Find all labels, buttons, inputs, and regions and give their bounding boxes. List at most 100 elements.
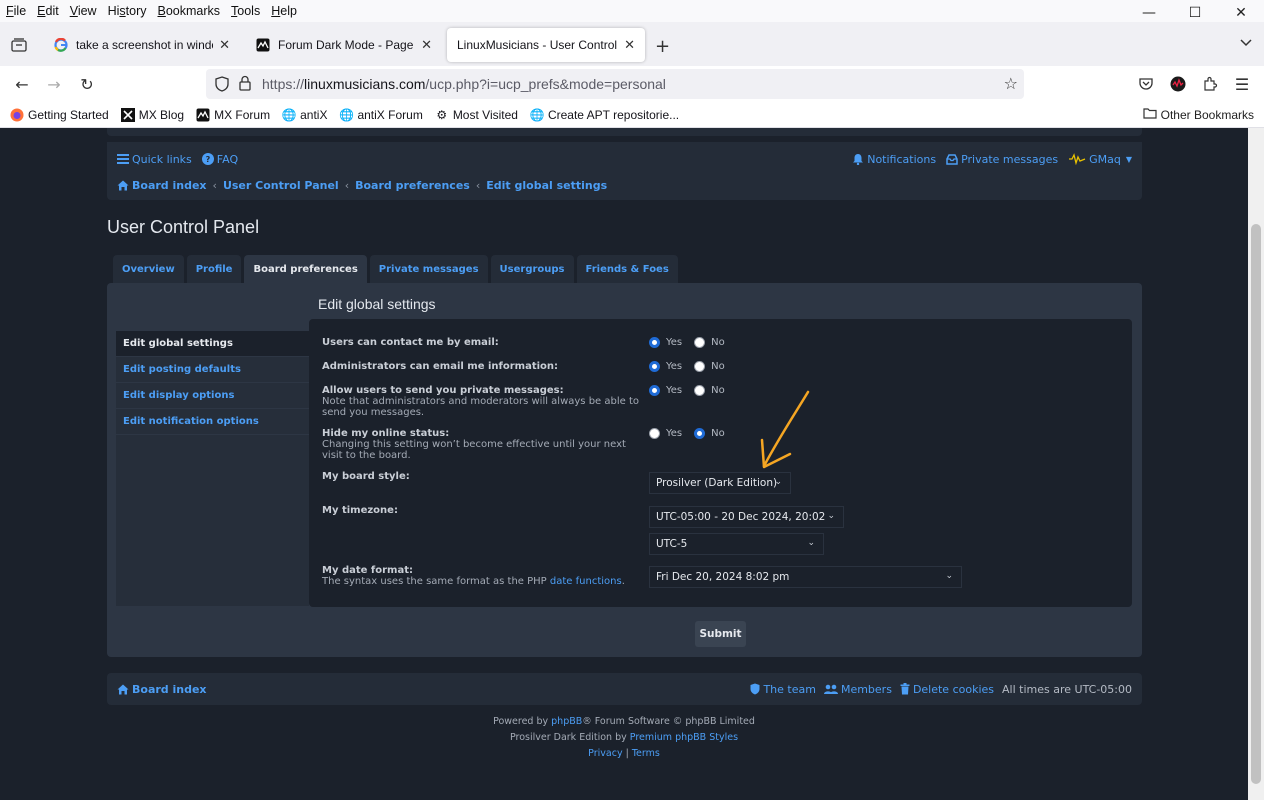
email-yes-radio[interactable] xyxy=(649,337,660,348)
tab-board-preferences[interactable]: Board preferences xyxy=(244,255,367,283)
faq-link[interactable]: ? FAQ xyxy=(201,153,238,166)
breadcrumb-separator: ‹ xyxy=(475,179,481,192)
phpbb-link[interactable]: phpBB xyxy=(551,716,582,727)
setting-row-admin-email: Administrators can email me information: xyxy=(322,361,559,372)
chevron-down-icon: ⌄ xyxy=(807,538,815,548)
email-no-radio[interactable] xyxy=(694,337,706,348)
submit-button[interactable]: Submit xyxy=(695,621,746,647)
admin-email-no-radio[interactable] xyxy=(694,361,706,372)
timezone-select[interactable]: UTC-5 ⌄ xyxy=(649,533,824,555)
user-menu[interactable]: GMaq ▼ xyxy=(1068,153,1132,166)
bookmark-antix[interactable]: 🌐 antiX xyxy=(282,108,328,122)
pm-no-radio[interactable] xyxy=(694,385,706,396)
reload-icon[interactable]: ↻ xyxy=(77,74,97,94)
delete-cookies-link[interactable]: Delete cookies xyxy=(900,683,994,696)
bookmark-getting-started[interactable]: Getting Started xyxy=(10,108,109,122)
user-avatar-icon xyxy=(1068,153,1086,165)
tab-profile[interactable]: Profile xyxy=(186,255,242,283)
breadcrumb-edit-global-settings[interactable]: Edit global settings xyxy=(486,179,607,192)
pocket-icon[interactable] xyxy=(1136,74,1156,94)
private-messages-link[interactable]: Private messages xyxy=(946,153,1058,166)
members-link[interactable]: Members xyxy=(823,683,892,696)
menu-history[interactable]: History xyxy=(108,4,147,18)
forward-icon[interactable]: → xyxy=(44,74,64,94)
the-team-link[interactable]: The team xyxy=(750,683,816,696)
breadcrumb-separator: ‹ xyxy=(344,179,350,192)
date-functions-link[interactable]: date functions xyxy=(550,576,622,587)
new-tab-icon[interactable]: + xyxy=(655,36,670,57)
menu-bookmarks[interactable]: Bookmarks xyxy=(158,4,221,18)
tab-friends-foes[interactable]: Friends & Foes xyxy=(576,255,678,283)
pm-yes-radio[interactable] xyxy=(649,385,660,396)
menu-edit[interactable]: Edit xyxy=(37,4,59,18)
side-menu-edit-notification-options[interactable]: Edit notification options xyxy=(116,409,309,435)
close-tab-icon[interactable]: ✕ xyxy=(421,37,432,53)
bookmark-create-apt[interactable]: 🌐 Create APT repositorie... xyxy=(529,108,679,122)
firefox-icon xyxy=(10,108,24,122)
footer-board-index[interactable]: Board index xyxy=(117,683,207,696)
bookmarks-toolbar: Getting Started MX Blog MX Forum 🌐 antiX … xyxy=(0,102,1264,128)
inbox-icon xyxy=(946,153,958,165)
star-icon[interactable]: ☆ xyxy=(1004,74,1018,93)
tab-list-icon[interactable] xyxy=(8,34,30,56)
menu-tools[interactable]: Tools xyxy=(231,4,260,18)
side-menu-edit-global-settings[interactable]: Edit global settings xyxy=(116,331,309,357)
folder-icon xyxy=(1143,107,1157,122)
timezone-date-select[interactable]: UTC-05:00 - 20 Dec 2024, 20:02 ⌄ xyxy=(649,506,844,528)
gear-icon: ⚙ xyxy=(436,107,448,122)
breadcrumb-ucp[interactable]: User Control Panel xyxy=(223,179,339,192)
tab-linuxmusicians-ucp[interactable]: LinuxMusicians - User Control Pane ✕ xyxy=(447,28,645,62)
breadcrumb-separator: ‹ xyxy=(212,179,217,192)
chevron-down-icon: ⌄ xyxy=(945,571,953,581)
hamburger-menu-icon[interactable]: ☰ xyxy=(1232,74,1252,94)
forum-navbar: Quick links ? FAQ Notifications Private m… xyxy=(107,142,1142,200)
side-menu-edit-posting-defaults[interactable]: Edit posting defaults xyxy=(116,357,309,383)
quick-links-link[interactable]: Quick links xyxy=(117,153,192,166)
browser-menubar: File Edit View History Bookmarks Tools H… xyxy=(0,0,1264,22)
extensions-icon[interactable] xyxy=(1200,74,1220,94)
bookmark-antix-forum[interactable]: 🌐 antiX Forum xyxy=(339,108,423,122)
pm-radio-group: Yes No xyxy=(649,385,737,396)
online-no-radio[interactable] xyxy=(694,428,706,439)
url-text[interactable]: https://linuxmusicians.com/ucp.php?i=ucp… xyxy=(262,76,666,92)
other-bookmarks[interactable]: Other Bookmarks xyxy=(1143,107,1254,122)
setting-row-date-format: My date format: The syntax uses the same… xyxy=(322,565,625,587)
side-menu-edit-display-options[interactable]: Edit display options xyxy=(116,383,309,409)
url-bar[interactable]: https://linuxmusicians.com/ucp.php?i=ucp… xyxy=(206,69,1024,99)
close-tab-icon[interactable]: ✕ xyxy=(624,37,635,53)
profile-avatar-icon[interactable] xyxy=(1168,74,1188,94)
page-scrollbar[interactable] xyxy=(1248,128,1264,800)
chevron-down-icon: ⌄ xyxy=(827,511,835,521)
breadcrumb-board-index[interactable]: Board index xyxy=(132,179,207,192)
scrollbar-thumb[interactable] xyxy=(1251,224,1261,784)
close-tab-icon[interactable]: ✕ xyxy=(219,37,230,53)
tab-overview[interactable]: Overview xyxy=(113,255,184,283)
notifications-link[interactable]: Notifications xyxy=(852,153,936,166)
settings-form: Users can contact me by email: Yes No Ad… xyxy=(309,319,1132,607)
tab-forum-dark-mode[interactable]: Forum Dark Mode - Page 2 - M ✕ xyxy=(246,28,442,62)
privacy-link[interactable]: Privacy xyxy=(588,748,622,759)
back-icon[interactable]: ← xyxy=(12,74,32,94)
tab-google[interactable]: take a screenshot in windows 1 ✕ xyxy=(44,28,240,62)
menu-file[interactable]: File xyxy=(6,4,26,18)
tab-private-messages[interactable]: Private messages xyxy=(369,255,488,283)
mx-icon xyxy=(120,107,135,122)
chevron-down-icon[interactable] xyxy=(1240,36,1252,50)
svg-text:?: ? xyxy=(205,155,210,164)
breadcrumb-board-preferences[interactable]: Board preferences xyxy=(355,179,470,192)
online-yes-radio[interactable] xyxy=(649,428,660,439)
premium-styles-link[interactable]: Premium phpBB Styles xyxy=(630,732,738,743)
menu-help[interactable]: Help xyxy=(271,4,297,18)
bookmark-mx-blog[interactable]: MX Blog xyxy=(120,107,184,122)
bookmark-mx-forum[interactable]: MX Forum xyxy=(196,108,270,122)
admin-email-yes-radio[interactable] xyxy=(649,361,660,372)
menu-view[interactable]: View xyxy=(70,4,97,18)
lock-icon[interactable] xyxy=(239,75,251,94)
terms-link[interactable]: Terms xyxy=(632,748,660,759)
footer-navbar: Board index The team Members Delete cook… xyxy=(107,673,1142,705)
tab-usergroups[interactable]: Usergroups xyxy=(490,255,574,283)
board-style-select[interactable]: Prosilver (Dark Edition) ⌄ xyxy=(649,472,791,494)
shield-icon[interactable] xyxy=(215,76,229,95)
date-format-select[interactable]: Fri Dec 20, 2024 8:02 pm ⌄ xyxy=(649,566,962,588)
bookmark-most-visited[interactable]: ⚙ Most Visited xyxy=(435,108,518,122)
